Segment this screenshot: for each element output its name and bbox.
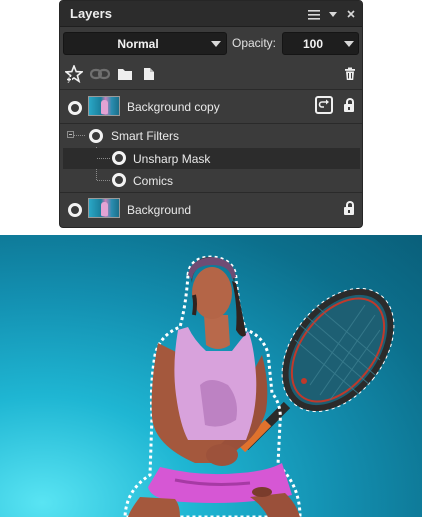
- layer-row-background-copy[interactable]: Background copy: [60, 91, 362, 122]
- close-icon[interactable]: [344, 7, 358, 21]
- opacity-label: Opacity:: [232, 36, 277, 50]
- tree-connector: [74, 135, 85, 136]
- folder-icon[interactable]: [116, 66, 134, 82]
- blend-mode-value: Normal: [117, 37, 159, 51]
- panel-title-bar[interactable]: Layers: [60, 1, 362, 27]
- layer-row-background[interactable]: Background: [60, 194, 362, 224]
- visibility-icon[interactable]: [112, 151, 126, 165]
- lock-icon: [344, 98, 354, 112]
- smart-filters-label: Smart Filters: [111, 129, 180, 143]
- visibility-icon[interactable]: [68, 203, 82, 217]
- layer-name: Background: [127, 203, 192, 217]
- layer-name: Background copy: [127, 100, 220, 114]
- layer-thumbnail: [88, 96, 120, 116]
- opacity-field[interactable]: 100: [282, 32, 359, 55]
- visibility-icon[interactable]: [89, 129, 103, 143]
- panel-title: Layers: [70, 6, 112, 21]
- tree-connector: [97, 158, 110, 159]
- filter-row-unsharp-mask[interactable]: Unsharp Mask: [60, 148, 362, 169]
- smart-filters-row[interactable]: Smart Filters: [60, 125, 362, 147]
- filter-name: Comics: [133, 174, 174, 188]
- new-document-icon[interactable]: [142, 66, 156, 82]
- opacity-value: 100: [302, 37, 324, 51]
- blend-mode-select[interactable]: Normal: [63, 32, 227, 55]
- collapse-toggle-icon[interactable]: [67, 131, 74, 138]
- divider: [60, 192, 362, 193]
- canvas-image[interactable]: [0, 235, 422, 517]
- collapse-icon[interactable]: [326, 7, 340, 21]
- new-layer-star-icon[interactable]: [65, 65, 83, 83]
- filter-name: Unsharp Mask: [133, 152, 211, 166]
- chevron-down-icon[interactable]: [344, 41, 354, 47]
- filter-row-comics[interactable]: Comics: [60, 170, 362, 191]
- divider: [60, 123, 362, 124]
- chevron-down-icon: [211, 41, 221, 47]
- divider: [60, 89, 362, 90]
- smart-object-icon: [315, 96, 333, 114]
- menu-icon[interactable]: [307, 7, 321, 21]
- trash-icon[interactable]: [343, 66, 357, 82]
- link-icon[interactable]: [89, 66, 111, 82]
- tree-connector: [97, 180, 110, 181]
- visibility-icon[interactable]: [68, 101, 82, 115]
- layer-thumbnail: [88, 198, 120, 218]
- tennis-player-illustration: [123, 255, 395, 517]
- visibility-icon[interactable]: [112, 173, 126, 187]
- lock-icon: [344, 201, 354, 215]
- layers-panel: Layers Normal Opacity: 100 Background co…: [59, 0, 363, 228]
